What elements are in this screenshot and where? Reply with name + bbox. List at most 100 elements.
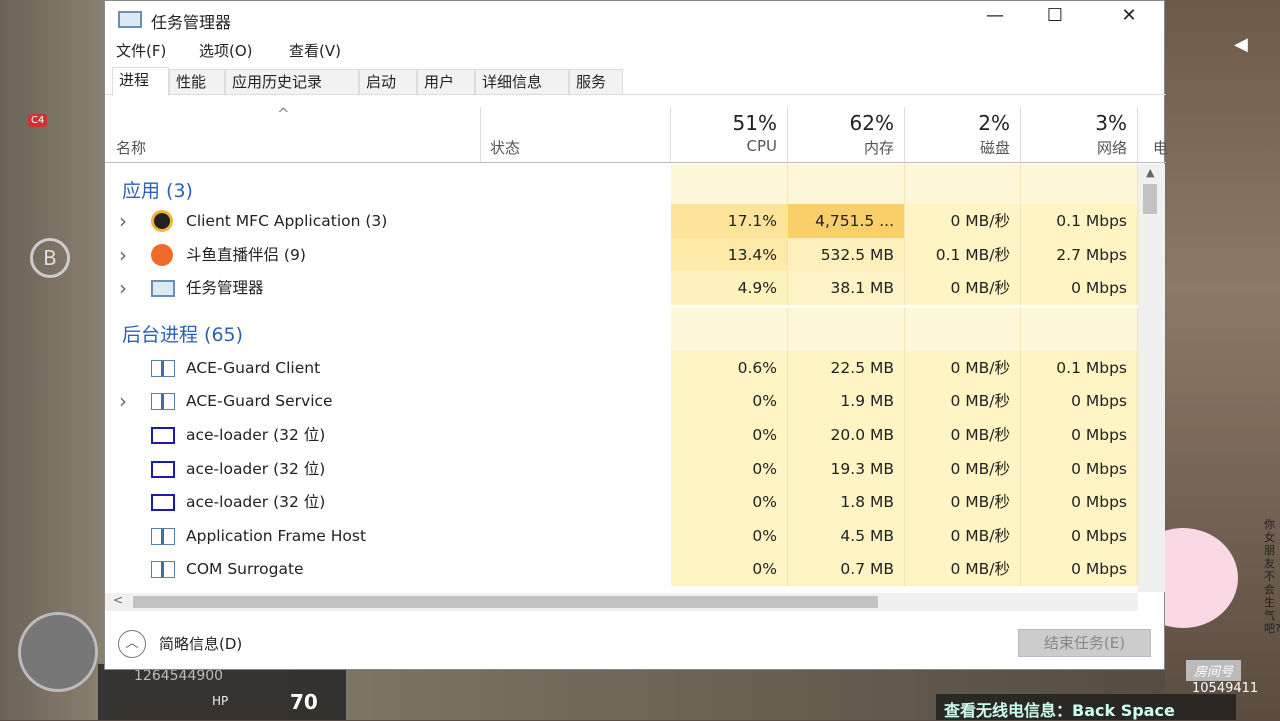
tab-5[interactable]: 详细信息	[475, 69, 569, 95]
process-list: 应用 (3) › Client MFC Application (3) 17.1% 4,…	[105, 164, 1138, 592]
tab-1[interactable]: 性能	[169, 69, 225, 95]
network-label: 网络	[1096, 139, 1127, 157]
scroll-up-icon[interactable]: ▲	[1146, 166, 1154, 179]
mfc-app-icon	[151, 210, 173, 232]
process-disk: 0 MB/秒	[905, 350, 1021, 385]
process-cpu: 13.4%	[671, 237, 788, 272]
process-mem: 1.9 MB	[788, 384, 905, 419]
group-cpu-cell	[671, 307, 788, 352]
group-header[interactable]: 应用 (3)	[105, 164, 1138, 208]
process-disk: 0.1 MB/秒	[905, 237, 1021, 272]
process-net: 0 Mbps	[1021, 552, 1138, 587]
window-title: 任务管理器	[151, 13, 232, 32]
process-row[interactable]: COM Surrogate 0% 0.7 MB 0 MB/秒 0 Mbps	[105, 552, 1138, 587]
scroll-left-icon[interactable]: <	[113, 593, 123, 607]
column-status[interactable]: 状态	[481, 107, 671, 162]
tab-4[interactable]: 用户	[417, 69, 475, 95]
process-row[interactable]: ace-loader (32 位) 0% 19.3 MB 0 MB/秒 0 Mbps	[105, 451, 1138, 486]
bombsite-b-icon: B	[30, 238, 70, 278]
expand-chevron-icon[interactable]: ›	[119, 204, 127, 238]
network-total: 3%	[1095, 111, 1127, 135]
process-net: 0 Mbps	[1021, 271, 1138, 306]
close-button[interactable]: ✕	[1109, 5, 1149, 26]
process-mem: 20.0 MB	[788, 418, 905, 452]
process-name: 任务管理器	[186, 279, 264, 298]
task-manager-window: 任务管理器 — ☐ ✕ 文件(F) 选项(O) 查看(V) 进程 性能 应用历史记录…	[104, 0, 1168, 670]
c4-badge: C4	[28, 114, 48, 127]
process-cpu: 4.9%	[671, 271, 788, 306]
side-text: 你女朋友不会生气吧?	[1264, 518, 1280, 635]
process-disk: 0 MB/秒	[905, 552, 1021, 587]
cpu-total: 51%	[732, 111, 777, 135]
process-name: Application Frame Host	[186, 526, 367, 545]
room-label: 房间号	[1186, 660, 1242, 681]
process-disk: 0 MB/秒	[905, 518, 1021, 553]
expand-chevron-icon[interactable]: ›	[119, 384, 127, 418]
task-manager-icon	[151, 280, 175, 298]
process-row[interactable]: › ACE-Guard Service 0% 1.9 MB 0 MB/秒 0 Mbps	[105, 384, 1138, 419]
maximize-button[interactable]: ☐	[1035, 5, 1075, 26]
tab-3[interactable]: 启动	[359, 69, 417, 95]
process-name: ace-loader (32 位)	[186, 493, 326, 512]
radio-hint: 查看无线电信息：Back Space	[936, 694, 1236, 720]
process-disk: 0 MB/秒	[905, 418, 1021, 452]
process-row[interactable]: ace-loader (32 位) 0% 20.0 MB 0 MB/秒 0 Mbps	[105, 418, 1138, 452]
process-net: 0.1 Mbps	[1021, 204, 1138, 238]
column-name[interactable]: ^ 名称	[105, 105, 481, 162]
process-name: ace-loader (32 位)	[186, 459, 326, 478]
process-net: 0 Mbps	[1021, 384, 1138, 419]
menu-view[interactable]: 查看(V)	[289, 40, 341, 61]
process-cpu: 0%	[671, 552, 788, 587]
service-window-icon	[151, 393, 175, 411]
process-disk: 0 MB/秒	[905, 271, 1021, 306]
expand-chevron-icon[interactable]: ›	[119, 271, 127, 305]
speaker-icon[interactable]: ◀	[1234, 34, 1248, 55]
expand-chevron-icon[interactable]: ›	[119, 238, 127, 272]
process-mem: 4.5 MB	[788, 518, 905, 553]
horizontal-scroll-thumb[interactable]	[133, 596, 878, 608]
menu-options[interactable]: 选项(O)	[199, 40, 253, 61]
column-network[interactable]: 3% 网络	[1021, 107, 1138, 162]
horizontal-scrollbar[interactable]: <	[105, 593, 1138, 611]
process-mem: 22.5 MB	[788, 350, 905, 385]
vertical-scroll-thumb[interactable]	[1143, 184, 1157, 214]
process-row[interactable]: ACE-Guard Client 0.6% 22.5 MB 0 MB/秒 0.1 Mbp…	[105, 350, 1138, 385]
column-cpu[interactable]: 51% CPU	[671, 107, 788, 162]
tab-0[interactable]: 进程	[112, 67, 169, 96]
blank-window-icon	[151, 427, 175, 444]
vertical-scrollbar[interactable]: ▲	[1138, 164, 1165, 592]
process-net: 0 Mbps	[1021, 518, 1138, 553]
process-net: 0.1 Mbps	[1021, 350, 1138, 385]
process-name: ACE-Guard Service	[186, 392, 333, 411]
column-disk[interactable]: 2% 磁盘	[905, 107, 1021, 162]
process-name: COM Surrogate	[186, 560, 304, 579]
column-power[interactable]: 电	[1153, 137, 1168, 158]
blank-window-icon	[151, 460, 175, 478]
douyu-icon	[151, 243, 173, 266]
process-row[interactable]: › 斗鱼直播伴侣 (9) 13.4% 532.5 MB 0.1 MB/秒 2.7 Mbps	[105, 237, 1138, 272]
process-net: 0 Mbps	[1021, 485, 1138, 520]
menu-file[interactable]: 文件(F)	[116, 40, 166, 61]
tab-2[interactable]: 应用历史记录	[225, 69, 359, 95]
end-task-button[interactable]: 结束任务(E)	[1018, 629, 1151, 657]
tab-6[interactable]: 服务	[569, 69, 623, 95]
process-row[interactable]: Application Frame Host 0% 4.5 MB 0 MB/秒 0 Mb…	[105, 518, 1138, 553]
process-row[interactable]: › Client MFC Application (3) 17.1% 4,751.5 …	[105, 204, 1138, 238]
minimize-button[interactable]: —	[975, 5, 1015, 26]
fewer-details-link[interactable]: 简略信息(D)	[159, 633, 242, 654]
collapse-icon[interactable]: ︿	[118, 630, 146, 658]
process-mem: 38.1 MB	[788, 271, 905, 306]
column-memory[interactable]: 62% 内存	[788, 107, 905, 162]
service-window-icon	[151, 359, 175, 377]
process-row[interactable]: › 任务管理器 4.9% 38.1 MB 0 MB/秒 0 Mbps	[105, 271, 1138, 306]
tab-bar: 进程 性能 应用历史记录 启动 用户 详细信息 服务	[105, 67, 1166, 96]
group-mem-cell	[788, 164, 905, 208]
service-window-icon	[151, 561, 175, 579]
group-disk-cell	[905, 164, 1021, 208]
group-header[interactable]: 后台进程 (65)	[105, 307, 1138, 352]
process-cpu: 0%	[671, 418, 788, 452]
group-title: 应用 (3)	[122, 180, 193, 202]
process-row[interactable]: ace-loader (32 位) 0% 1.8 MB 0 MB/秒 0 Mbps	[105, 485, 1138, 520]
service-window-icon	[151, 527, 175, 545]
process-mem: 532.5 MB	[788, 237, 905, 272]
